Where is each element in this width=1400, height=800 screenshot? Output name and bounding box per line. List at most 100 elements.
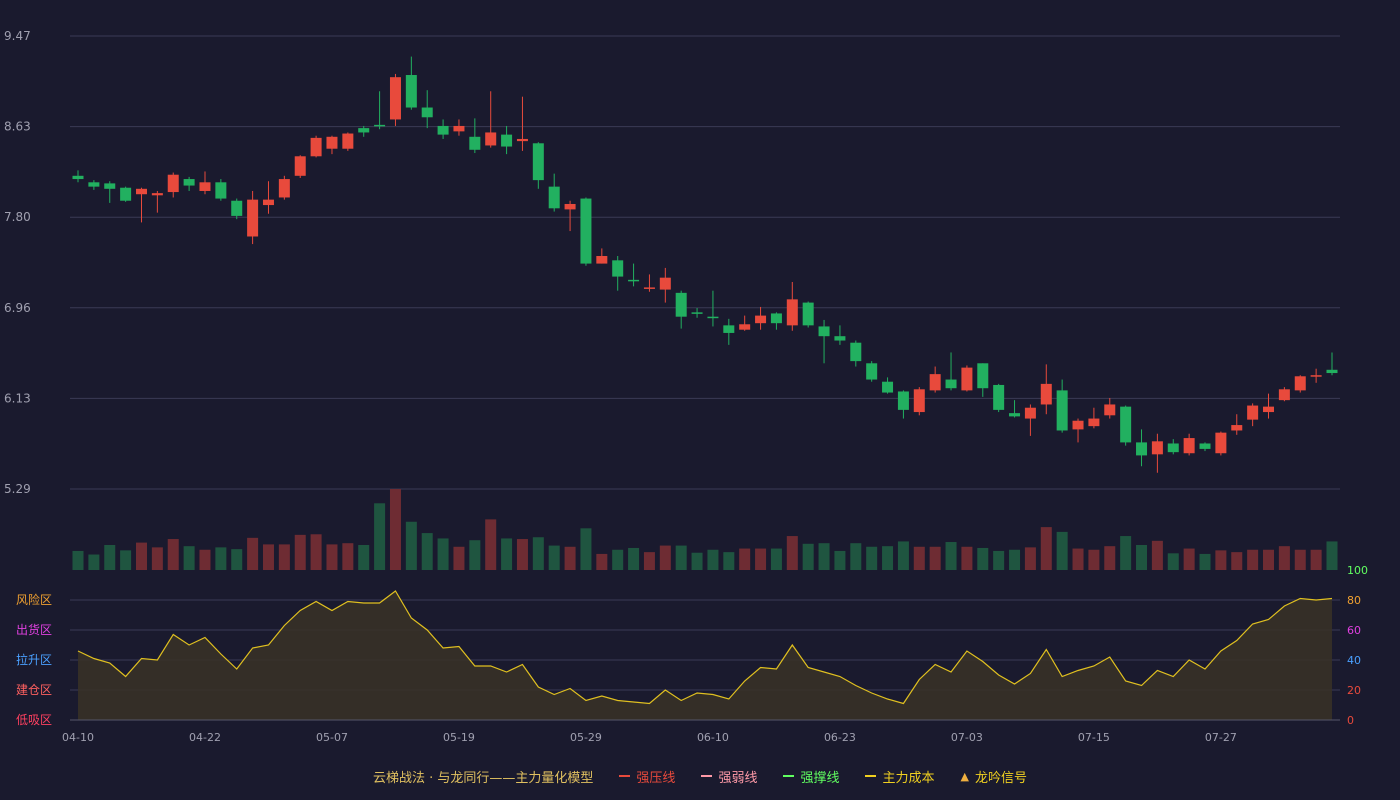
volume-bar xyxy=(199,549,211,570)
volume-bar xyxy=(723,552,735,570)
candle-body xyxy=(786,299,798,326)
volume-bar xyxy=(564,546,576,570)
candle-body xyxy=(167,174,179,193)
candle-body xyxy=(1215,432,1227,454)
candle-body xyxy=(326,136,338,149)
candle-body xyxy=(1009,413,1021,417)
candle-body xyxy=(247,199,259,237)
candle-body xyxy=(135,188,147,195)
volume-bar xyxy=(929,546,941,570)
candle-body xyxy=(755,315,767,324)
candle-body xyxy=(294,156,306,176)
volume-bar xyxy=(183,546,195,570)
candle-body xyxy=(183,179,195,186)
volume-bar xyxy=(818,543,830,570)
volume-bar xyxy=(882,546,894,570)
volume-bar xyxy=(294,534,306,570)
x-tick-label: 05-19 xyxy=(443,731,475,744)
candle-body xyxy=(342,133,354,149)
volume-bar xyxy=(278,544,290,570)
candle-body xyxy=(659,277,671,290)
volume-bar xyxy=(802,543,814,570)
x-tick-label: 07-15 xyxy=(1078,731,1110,744)
volume-bar xyxy=(1263,549,1275,570)
candle-body xyxy=(1294,376,1306,391)
candle-body xyxy=(691,312,703,314)
candle-body xyxy=(389,77,401,120)
volume-bar xyxy=(691,552,703,570)
cost-tick-label: 60 xyxy=(1347,624,1361,637)
candle-body xyxy=(421,107,433,118)
volume-bar xyxy=(120,550,132,570)
candle-body xyxy=(453,125,465,132)
volume-bar xyxy=(1136,544,1148,570)
candle-body xyxy=(1024,407,1036,419)
volume-bar xyxy=(532,537,544,570)
volume-bar xyxy=(834,550,846,570)
x-tick-label: 05-29 xyxy=(570,731,602,744)
candle-body xyxy=(1183,438,1195,454)
cost-tick-label: 0 xyxy=(1347,714,1354,727)
candle-body xyxy=(199,182,211,191)
price-tick-label: 5.29 xyxy=(4,482,31,496)
volume-bar xyxy=(374,503,386,570)
x-tick-label: 04-10 xyxy=(62,731,94,744)
candle-body xyxy=(469,136,481,150)
candle-body xyxy=(405,75,417,108)
candle-body xyxy=(596,255,608,264)
candle-body xyxy=(612,260,624,277)
candle-body xyxy=(310,137,322,157)
volume-bar xyxy=(643,552,655,570)
candle-body xyxy=(215,182,227,199)
x-tick-label: 05-07 xyxy=(316,731,348,744)
volume-bar xyxy=(945,542,957,570)
volume-bar xyxy=(739,548,751,570)
candle-body xyxy=(929,374,941,391)
volume-bar xyxy=(1104,546,1116,570)
candle-body xyxy=(374,124,386,127)
cost-tick-label: 100 xyxy=(1347,564,1368,577)
candle-body xyxy=(151,193,163,196)
volume-bar xyxy=(770,548,782,570)
legend-item-main-cost[interactable]: 主力成本 xyxy=(865,767,934,786)
candle-body xyxy=(120,187,132,201)
volume-bar xyxy=(1231,552,1243,570)
volume-bar xyxy=(1326,541,1338,570)
candle-body xyxy=(897,391,909,410)
volume-bar xyxy=(326,544,338,570)
candle-body xyxy=(993,384,1005,410)
zone-label: 出货区 xyxy=(16,622,52,637)
legend: 云梯战法 · 与龙同行——主力量化模型 强压线 强弱线 强撑线 主力成本 ▲ 龙… xyxy=(0,765,1400,787)
volume-bar xyxy=(993,550,1005,570)
volume-bar xyxy=(755,548,767,570)
candle-body xyxy=(1263,406,1275,413)
candle-body xyxy=(1104,404,1116,416)
volume-bar xyxy=(675,545,687,570)
candle-body xyxy=(802,302,814,326)
volume-bar xyxy=(580,528,592,570)
volume-bar xyxy=(1247,549,1259,570)
candle-body xyxy=(866,363,878,380)
candle-body xyxy=(516,138,528,142)
candle-body xyxy=(739,324,751,330)
volume-bar xyxy=(516,539,528,570)
candle-body xyxy=(437,125,449,135)
volume-bar xyxy=(88,554,100,570)
legend-item-strong-resistance[interactable]: 强压线 xyxy=(619,767,675,786)
legend-label-strong-resistance: 强压线 xyxy=(636,770,676,786)
candle-body xyxy=(913,389,925,413)
candle-body xyxy=(723,325,735,333)
chart-root: 9.47 8.63 7.80 6.96 6.13 5.29 100 80 60 40 20 0 风险区出… xyxy=(0,0,1400,800)
candle-body xyxy=(485,132,497,146)
candle-body xyxy=(1151,441,1163,455)
candle-body xyxy=(707,316,719,319)
volume-bar xyxy=(786,536,798,570)
candle-body xyxy=(104,183,116,189)
zone-label: 拉升区 xyxy=(16,652,52,667)
candle-body xyxy=(278,179,290,198)
legend-item-dragon-signal[interactable]: ▲ 龙吟信号 xyxy=(960,767,1026,786)
volume-bar xyxy=(1151,540,1163,570)
cost-tick-label: 40 xyxy=(1347,654,1361,667)
legend-item-strength-line[interactable]: 强弱线 xyxy=(701,767,757,786)
legend-item-strong-support[interactable]: 强撑线 xyxy=(783,767,839,786)
